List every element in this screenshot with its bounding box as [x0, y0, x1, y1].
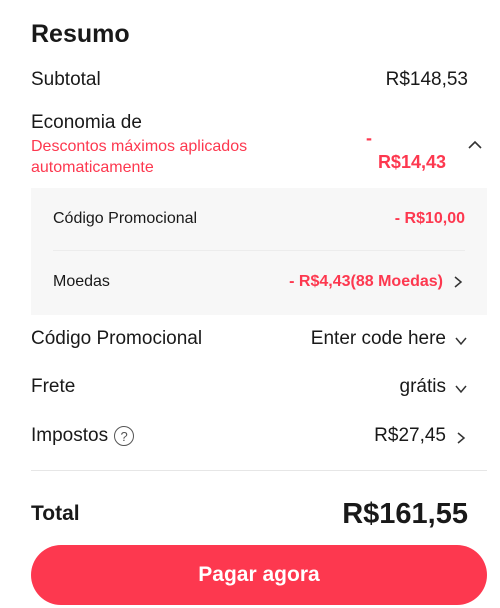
promo-discount-value: - R$10,00 [394, 210, 465, 227]
chevron-down-icon[interactable] [454, 380, 468, 394]
shipping-value: grátis [399, 376, 446, 397]
help-icon[interactable]: ? [114, 426, 135, 446]
subtotal-row: Subtotal R$148,53 [31, 66, 468, 94]
savings-breakdown-panel: Código Promocional - R$10,00 Moedas - R$… [31, 188, 487, 315]
savings-label: Economia de [31, 112, 142, 133]
chevron-right-icon[interactable] [451, 275, 465, 289]
chevron-up-icon[interactable] [464, 136, 486, 154]
savings-note: Descontos máximos aplicados automaticame… [31, 138, 248, 176]
promo-code-row[interactable]: Código Promocional Enter code here [31, 325, 468, 353]
total-label: Total [31, 502, 80, 525]
total-row: Total R$161,55 [31, 496, 468, 532]
taxes-row[interactable]: Impostos ? R$27,45 [31, 422, 468, 450]
promo-code-label: Código Promocional [31, 328, 203, 349]
summary-title: Resumo [31, 20, 130, 48]
pay-now-button[interactable]: Pagar agora [31, 545, 487, 605]
shipping-value-wrap[interactable]: grátis [400, 376, 468, 398]
promo-discount-row: Código Promocional - R$10,00 [53, 188, 465, 250]
summary-divider [31, 470, 487, 471]
subtotal-label: Subtotal [31, 69, 101, 90]
promo-code-value[interactable]: Enter code here [311, 328, 446, 350]
coins-discount-label: Moedas [53, 273, 110, 290]
taxes-label: Impostos [31, 425, 109, 446]
promo-discount-label: Código Promocional [53, 210, 198, 227]
taxes-label-wrap: Impostos ? [31, 425, 135, 447]
shipping-row[interactable]: Frete grátis [31, 373, 468, 401]
subtotal-value: R$148,53 [385, 69, 468, 90]
chevron-down-icon[interactable] [454, 332, 468, 346]
savings-row[interactable]: Economia de Descontos máximos aplicados … [31, 110, 486, 180]
savings-amount: - R$14,43 [366, 126, 446, 174]
coins-discount-value-wrap: - R$4,43(88 Moedas) [289, 273, 465, 291]
shipping-label: Frete [31, 376, 76, 397]
chevron-right-icon[interactable] [454, 429, 468, 444]
taxes-value: R$27,45 [374, 425, 446, 446]
coins-discount-row[interactable]: Moedas - R$4,43(88 Moedas) [53, 251, 465, 313]
promo-code-value-wrap[interactable]: Enter code here [311, 328, 468, 350]
savings-amount-value: R$14,43 [377, 152, 446, 172]
total-value: R$161,55 [342, 497, 468, 530]
coins-discount-value: - R$4,43(88 Moedas) [289, 273, 443, 290]
savings-amount-dash: - [366, 128, 372, 148]
taxes-value-wrap[interactable]: R$27,45 [374, 425, 468, 447]
